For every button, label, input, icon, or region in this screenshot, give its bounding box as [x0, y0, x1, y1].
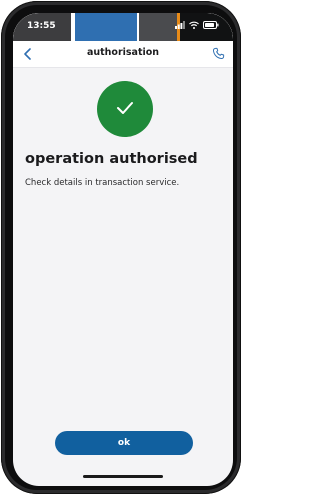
- app-header: authorisation: [13, 41, 233, 68]
- result-message: Check details in transaction service.: [25, 178, 180, 188]
- status-bar-segment: [139, 13, 177, 41]
- checkmark-icon: [116, 100, 134, 119]
- result-title: operation authorised: [25, 151, 198, 167]
- ok-button[interactable]: ok: [55, 431, 193, 455]
- home-indicator: [83, 475, 163, 478]
- battery-icon: [203, 21, 219, 29]
- app-screen: 13:55 authorisation operation authorised…: [13, 13, 233, 486]
- signal-icon: [175, 21, 185, 29]
- phone-icon: [212, 45, 225, 64]
- status-time: 13:55: [27, 21, 56, 31]
- phone-frame: 13:55 authorisation operation authorised…: [1, 1, 241, 494]
- status-bar-segment: [75, 13, 137, 41]
- page-title: authorisation: [86, 47, 160, 58]
- status-bar: 13:55: [13, 13, 233, 41]
- call-button[interactable]: [209, 45, 227, 63]
- wifi-icon: [189, 21, 199, 29]
- success-badge: [97, 81, 153, 137]
- status-icons: [175, 21, 219, 29]
